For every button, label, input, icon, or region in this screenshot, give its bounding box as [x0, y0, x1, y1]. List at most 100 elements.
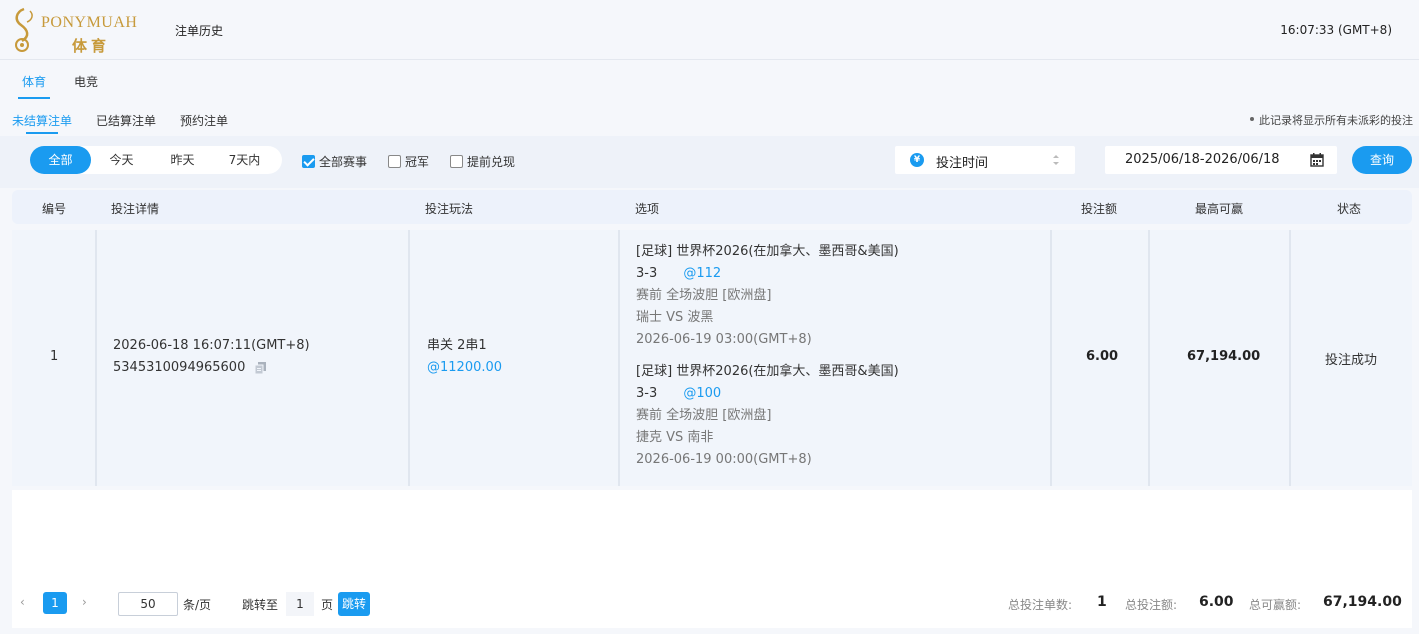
selection-pick-row: 3-3 @112: [636, 263, 899, 285]
logo-swirl-icon: [15, 7, 33, 52]
selection-pick: 3-3: [636, 386, 658, 401]
date-range-segment: 全部 今天 昨天 7天内: [30, 146, 282, 174]
outright-checkbox[interactable]: 冠军: [388, 153, 429, 170]
range-all-button[interactable]: 全部: [30, 146, 91, 174]
page-size-unit: 条/页: [183, 598, 212, 612]
total-count-value: 1: [1097, 594, 1107, 610]
page-button-current[interactable]: 1: [43, 592, 67, 614]
app-header: PONYMUAH 体育 注单历史 16:07:33 (GMT+8): [0, 0, 1419, 60]
total-win-value: 67,194.00: [1323, 594, 1402, 610]
selection-event: [足球] 世界杯2026(在加拿大、墨西哥&美国): [636, 364, 899, 379]
tab-sports[interactable]: 体育: [22, 73, 46, 90]
total-stake-label: 总投注额:: [1125, 598, 1178, 612]
column-header-max-win: 最高可赢: [1195, 202, 1244, 216]
query-button[interactable]: 查询: [1352, 146, 1412, 174]
row-index: 1: [50, 349, 59, 364]
bet-time: 2026-06-18 16:07:11(GMT+8): [113, 338, 310, 353]
page-unit: 页: [321, 598, 334, 612]
selection-pick: 3-3: [636, 266, 658, 281]
stake-value: 6.00: [1086, 349, 1119, 364]
notice-label: 此记录将显示所有未派彩的投注: [1259, 114, 1413, 127]
column-divider: [1289, 230, 1291, 486]
selection-odds: @100: [683, 386, 722, 401]
column-header-play: 投注玩法: [425, 202, 474, 216]
total-stake-value: 6.00: [1199, 594, 1234, 610]
range-today-button[interactable]: 今天: [91, 146, 152, 174]
sort-select[interactable]: ¥ 投注时间: [895, 146, 1075, 174]
table-row: 1 2026-06-18 16:07:11(GMT+8) 53453100949…: [12, 230, 1412, 486]
logo-subtext: 体育: [72, 37, 111, 55]
brand-logo[interactable]: PONYMUAH 体育: [10, 6, 150, 55]
column-divider: [1148, 230, 1150, 486]
jump-label: 跳转至: [242, 598, 279, 612]
max-win-value: 67,194.00: [1187, 349, 1261, 364]
clock-time: 16:07:33 (GMT+8): [1280, 23, 1392, 37]
logo-text: PONYMUAH: [41, 14, 138, 31]
table-header: 编号 投注详情 投注玩法 选项 投注额 最高可赢 状态: [12, 190, 1412, 224]
status-badge: 投注成功: [1325, 353, 1378, 368]
bet-status-tabs: 未结算注单 已结算注单 预约注单 此记录将显示所有未派彩的投注: [0, 102, 1419, 136]
jump-page-input[interactable]: 1: [286, 592, 314, 616]
date-range-value: 2025/06/18-2026/06/18: [1125, 152, 1280, 167]
checkbox-label: 全部赛事: [319, 155, 368, 169]
tab-esports[interactable]: 电竞: [74, 73, 98, 90]
selection-match: 捷克 VS 南非: [636, 430, 714, 445]
bet-id: 5345310094965600: [113, 360, 246, 375]
sort-arrows-icon: [1053, 155, 1059, 165]
checkbox-unchecked-icon: [388, 155, 401, 168]
selection-event: [足球] 世界杯2026(在加拿大、墨西哥&美国): [636, 244, 899, 259]
selection-odds: @112: [683, 266, 722, 281]
copy-icon[interactable]: [255, 361, 267, 374]
bet-play: 串关 2串1 @11200.00: [427, 335, 502, 379]
calendar-icon: [1310, 153, 1324, 167]
range-7days-button[interactable]: 7天内: [213, 146, 276, 174]
column-header-stake: 投注额: [1081, 202, 1118, 216]
page-size-input[interactable]: 50: [118, 592, 178, 616]
selection-list: [足球] 世界杯2026(在加拿大、墨西哥&美国) 3-3 @112 赛前 全场…: [636, 241, 899, 471]
selection-item: [足球] 世界杯2026(在加拿大、墨西哥&美国) 3-3 @112 赛前 全场…: [636, 241, 899, 351]
active-subtab-indicator: [26, 132, 58, 134]
prev-page-icon[interactable]: ‹: [20, 595, 25, 609]
column-header-details: 投注详情: [111, 202, 160, 216]
notice-text: 此记录将显示所有未派彩的投注: [1250, 112, 1413, 128]
checkbox-label: 提前兑现: [467, 155, 516, 169]
range-yesterday-button[interactable]: 昨天: [152, 146, 213, 174]
page-title: 注单历史: [175, 24, 224, 38]
tab-reserved[interactable]: 预约注单: [180, 112, 228, 129]
selection-match: 瑞士 VS 波黑: [636, 310, 714, 325]
total-count-label: 总投注单数:: [1008, 598, 1073, 612]
column-header-index: 编号: [42, 202, 67, 216]
checkbox-label: 冠军: [405, 155, 430, 169]
column-divider: [408, 230, 410, 486]
cashout-checkbox[interactable]: 提前兑现: [450, 153, 515, 170]
selection-market: 赛前 全场波胆 [欧洲盘]: [636, 408, 772, 423]
all-events-checkbox[interactable]: 全部赛事: [302, 153, 367, 170]
column-divider: [95, 230, 97, 486]
checkbox-checked-icon: [302, 155, 315, 168]
pagination-footer: ‹ 1 › 50 条/页 跳转至 1 页 跳转 总投注单数: 1 总投注额: 6…: [12, 578, 1412, 628]
selection-kickoff: 2026-06-19 00:00(GMT+8): [636, 452, 812, 467]
selection-kickoff: 2026-06-19 03:00(GMT+8): [636, 332, 812, 347]
bet-id-row: 5345310094965600: [113, 357, 310, 379]
jump-button[interactable]: 跳转: [338, 592, 370, 616]
yen-icon: ¥: [910, 153, 924, 167]
total-win-label: 总可赢额:: [1249, 598, 1302, 612]
bullet-icon: [1250, 117, 1254, 121]
table-empty-space: [12, 490, 1412, 578]
sort-label: 投注时间: [936, 156, 989, 171]
selection-market: 赛前 全场波胆 [欧洲盘]: [636, 288, 772, 303]
filter-bar: 全部 今天 昨天 7天内 全部赛事 冠军 提前兑现 ¥ 投注时间 2025/06…: [0, 136, 1419, 188]
selection-item: [足球] 世界杯2026(在加拿大、墨西哥&美国) 3-3 @100 赛前 全场…: [636, 361, 899, 471]
tab-unsettled[interactable]: 未结算注单: [12, 112, 72, 129]
selection-pick-row: 3-3 @100: [636, 383, 899, 405]
column-divider: [618, 230, 620, 486]
checkbox-unchecked-icon: [450, 155, 463, 168]
column-divider: [1050, 230, 1052, 486]
bet-details: 2026-06-18 16:07:11(GMT+8) 5345310094965…: [113, 335, 310, 379]
main-tabs: 体育 电竞: [0, 60, 1419, 102]
next-page-icon[interactable]: ›: [82, 595, 87, 609]
play-type: 串关 2串1: [427, 338, 487, 353]
active-tab-indicator: [18, 97, 50, 99]
tab-settled[interactable]: 已结算注单: [96, 112, 156, 129]
date-range-picker[interactable]: 2025/06/18-2026/06/18: [1105, 146, 1337, 174]
